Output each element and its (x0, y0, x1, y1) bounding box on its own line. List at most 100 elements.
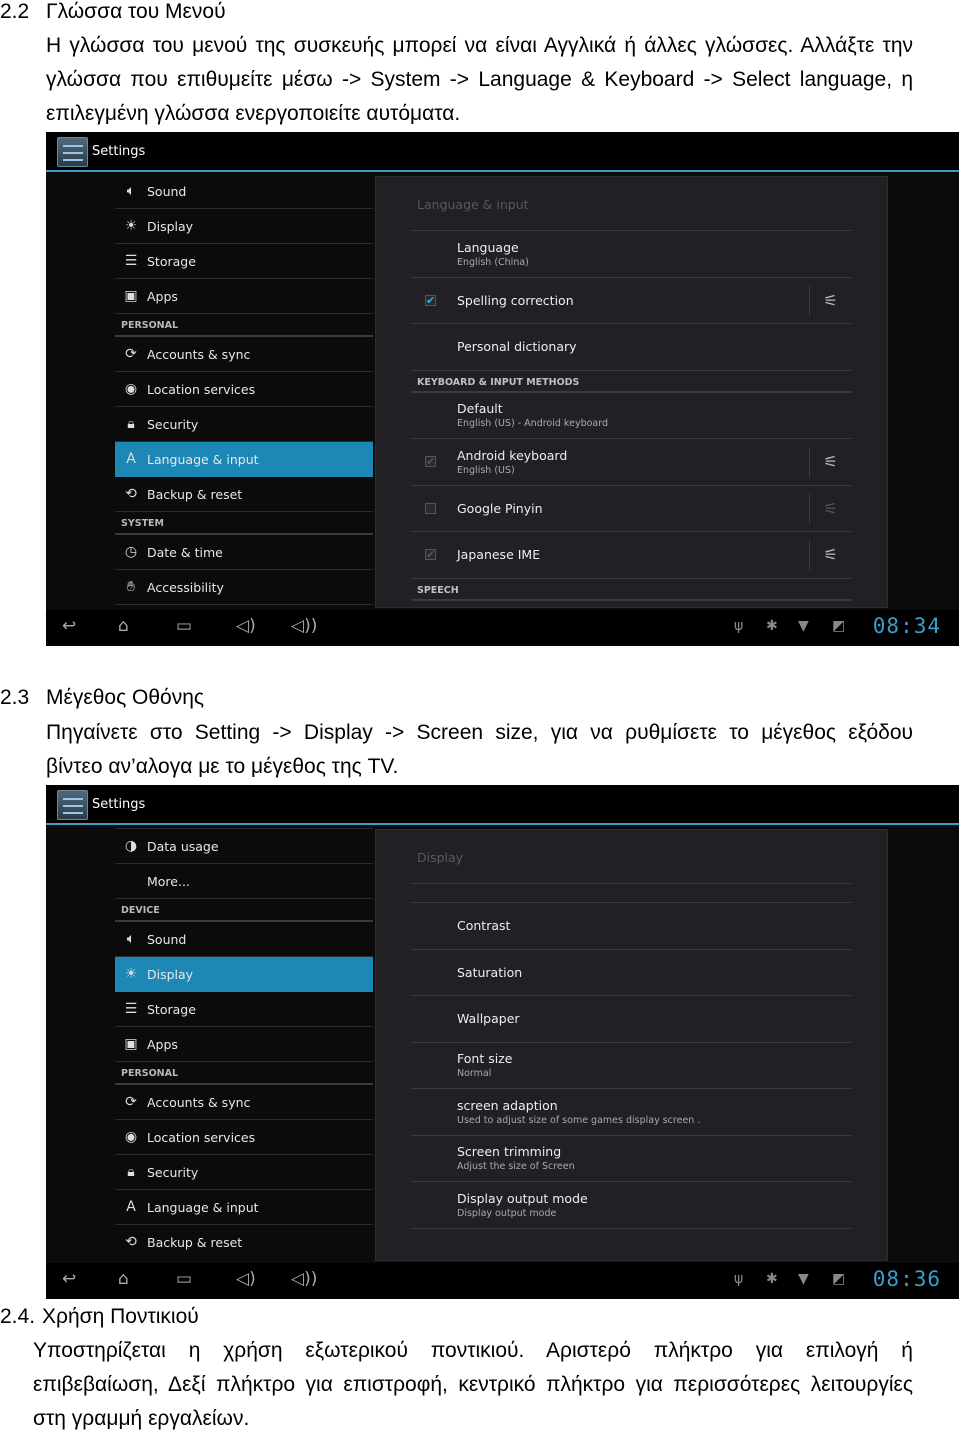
settings-sliders-icon[interactable]: ⚟ (809, 447, 851, 477)
sidebar-item-apps[interactable]: ▣ Apps (115, 1027, 373, 1062)
paragraph-line: Υποστηρίζεται η χρήση εξωτερικού ποντικι… (33, 1339, 913, 1362)
volume-down-button[interactable]: ◁) (236, 616, 256, 636)
section-number: 2.2 (0, 0, 30, 23)
sidebar-item-storage[interactable]: ☰ Storage (115, 244, 373, 279)
checkbox[interactable]: ✔ (425, 294, 436, 306)
section-title: Γλώσσα του Μενού (46, 0, 226, 23)
sidebar-item-label: Location services (147, 1129, 256, 1145)
preference-item[interactable]: Language English (China) (411, 231, 851, 278)
sidebar-item-accounts-sync[interactable]: ⟳ Accounts & sync (115, 1085, 373, 1120)
action-bar-title: Settings (92, 797, 146, 812)
settings-category-list[interactable]: ◠Wi-FiON◑Data usageMore...DEVICE🔈︎Sound☀… (115, 827, 373, 1259)
hand-icon: ✋︎ (127, 579, 135, 595)
sidebar-item-sound[interactable]: 🔈︎ Sound (115, 922, 373, 957)
back-button[interactable]: ↩ (62, 1269, 76, 1289)
volume-up-button[interactable]: ◁)) (291, 1269, 317, 1289)
preference-item[interactable]: Font size Normal (411, 1043, 851, 1089)
sidebar-item-backup-reset[interactable]: ⟲ Backup & reset (115, 477, 373, 512)
recent-apps-button[interactable]: ▭ (176, 616, 192, 636)
storage-icon: ☰ (124, 253, 138, 269)
sidebar-item-display[interactable]: ☀ Display (115, 957, 373, 992)
sidebar-item-language-input[interactable]: A Language & input (115, 1190, 373, 1225)
location-icon: ◉ (124, 381, 138, 397)
settings-sliders-icon[interactable]: ⚟ (809, 493, 851, 524)
checkbox[interactable] (425, 502, 436, 514)
preference-item[interactable]: screen adaption Used to adjust size of so… (411, 1089, 851, 1136)
paragraph-line: βίντεο αν’αλογα με το μέγεθος της TV. (46, 755, 399, 778)
settings-sliders-icon[interactable]: ⚟ (809, 540, 851, 570)
home-button[interactable]: ⌂ (118, 1269, 129, 1289)
sidebar-item-label: Data usage (147, 838, 219, 854)
sidebar-item-accessibility[interactable]: ✋︎ Accessibility (115, 570, 373, 605)
preference-summary: English (US) - Android keyboard (457, 418, 608, 430)
sidebar-item-label: Apps (147, 288, 178, 304)
sidebar-item-backup-reset[interactable]: ⟲ Backup & reset (115, 1225, 373, 1259)
preference-summary: Used to adjust size of some games displa… (457, 1114, 701, 1126)
preference-title: Contrast (457, 918, 511, 934)
sidebar-item-security[interactable]: 🔒︎ Security (115, 1155, 373, 1190)
home-button[interactable]: ⌂ (118, 616, 129, 636)
sidebar-item-location-services[interactable]: ◉ Location services (115, 372, 373, 407)
sidebar-item-label: Security (147, 1164, 199, 1180)
checkbox[interactable]: ✔ (425, 549, 436, 560)
preference-item[interactable]: Screen trimming Adjust the size of Screen (411, 1136, 851, 1182)
sidebar-item-sound[interactable]: 🔈︎ Sound (115, 174, 373, 209)
clock-icon: ◷ (124, 544, 138, 560)
settings-app-icon[interactable] (57, 790, 88, 820)
preference-item[interactable]: Japanese IME ✔ ⚟ (411, 532, 851, 579)
sidebar-item-accounts-sync[interactable]: ⟳ Accounts & sync (115, 337, 373, 372)
category-header: PERSONAL (115, 1062, 373, 1085)
sidebar-item-location-services[interactable]: ◉ Location services (115, 1120, 373, 1155)
sidebar-item-display[interactable]: ☀ Display (115, 209, 373, 244)
usb-icon: ψ (734, 618, 744, 634)
paragraph-line: γλώσσα που επιθυμείτε μέσω -> System -> … (46, 68, 913, 91)
volume-down-button[interactable]: ◁) (236, 1269, 256, 1289)
back-button[interactable]: ↩ (62, 616, 76, 636)
sidebar-item-label: Language & input (147, 1199, 259, 1215)
recent-apps-button[interactable]: ▭ (176, 1269, 192, 1289)
preference-title: Font size (457, 1051, 513, 1067)
preference-item[interactable]: Saturation (411, 950, 851, 996)
preference-item[interactable]: Contrast (411, 903, 851, 950)
sidebar-item-label: Backup & reset (147, 1234, 243, 1250)
sidebar-item-storage[interactable]: ☰ Storage (115, 992, 373, 1027)
preference-item[interactable]: Spelling correction ✔ ⚟ (411, 278, 851, 324)
paragraph-line: επιβεβαίωση, Δεξί πλήκτρο για επιστροφή,… (33, 1373, 913, 1396)
status-clock: 08:34 (872, 614, 941, 638)
brightness-icon: ☀ (124, 218, 138, 234)
checkbox[interactable]: ✔ (425, 456, 436, 467)
sidebar-item-date-time[interactable]: ◷ Date & time (115, 535, 373, 570)
system-navigation-bar: ↩ ⌂ ▭ ◁) ◁)) ψ ✱ ▼ ◩ 08:34 (46, 610, 959, 646)
preference-summary: Display output mode (457, 1207, 557, 1219)
language-icon: A (126, 451, 136, 467)
settings-sliders-icon[interactable]: ⚟ (809, 285, 851, 316)
sidebar-item-security[interactable]: 🔒︎ Security (115, 407, 373, 442)
sidebar-item-label: Sound (147, 183, 187, 199)
sidebar-item-apps[interactable]: ▣ Apps (115, 279, 373, 314)
sidebar-item-language-input[interactable]: A Language & input (115, 442, 373, 477)
apps-icon: ▣ (124, 1036, 138, 1052)
wifi-signal-icon: ▼ (798, 1271, 809, 1287)
lock-icon: 🔒︎ (127, 416, 135, 432)
preference-item[interactable]: Android keyboard English (US) ✔ ⚟ (411, 439, 851, 486)
action-bar: Settings (46, 785, 959, 825)
settings-screenshot: Settings◠Wi-FiON◑Data usageMore...DEVICE… (46, 785, 959, 1299)
storage-icon: ☰ (124, 1001, 138, 1017)
preference-item[interactable]: Wallpaper (411, 996, 851, 1043)
volume-up-button[interactable]: ◁)) (291, 616, 317, 636)
sidebar-item-data-usage[interactable]: ◑ Data usage (115, 829, 373, 864)
settings-category-list[interactable]: 🔈︎ Sound ☀ Display ☰ Storage ▣ Apps PERSONAL ⟳ Acc… (115, 174, 373, 606)
preference-item[interactable]: Default English (US) - Android keyboard (411, 393, 851, 439)
sidebar-item-label: Security (147, 416, 199, 432)
apps-icon: ▣ (124, 288, 138, 304)
preference-item[interactable]: Google Pinyin ⚟ (411, 486, 851, 532)
preference-item[interactable]: Personal dictionary (411, 324, 851, 371)
settings-app-icon[interactable] (57, 137, 88, 167)
sidebar-item-more[interactable]: More... (115, 864, 373, 899)
preference-title: screen adaption (457, 1097, 558, 1113)
preference-title: Wallpaper (457, 1011, 520, 1027)
section-paragraph: Πηγαίνετε στο Setting -> Display -> Scre… (46, 716, 913, 784)
preference-item[interactable]: Display output mode Display output mode (411, 1182, 851, 1229)
paragraph-line: Πηγαίνετε στο Setting -> Display -> Scre… (46, 721, 913, 744)
sidebar-item-label: Sound (147, 931, 187, 947)
